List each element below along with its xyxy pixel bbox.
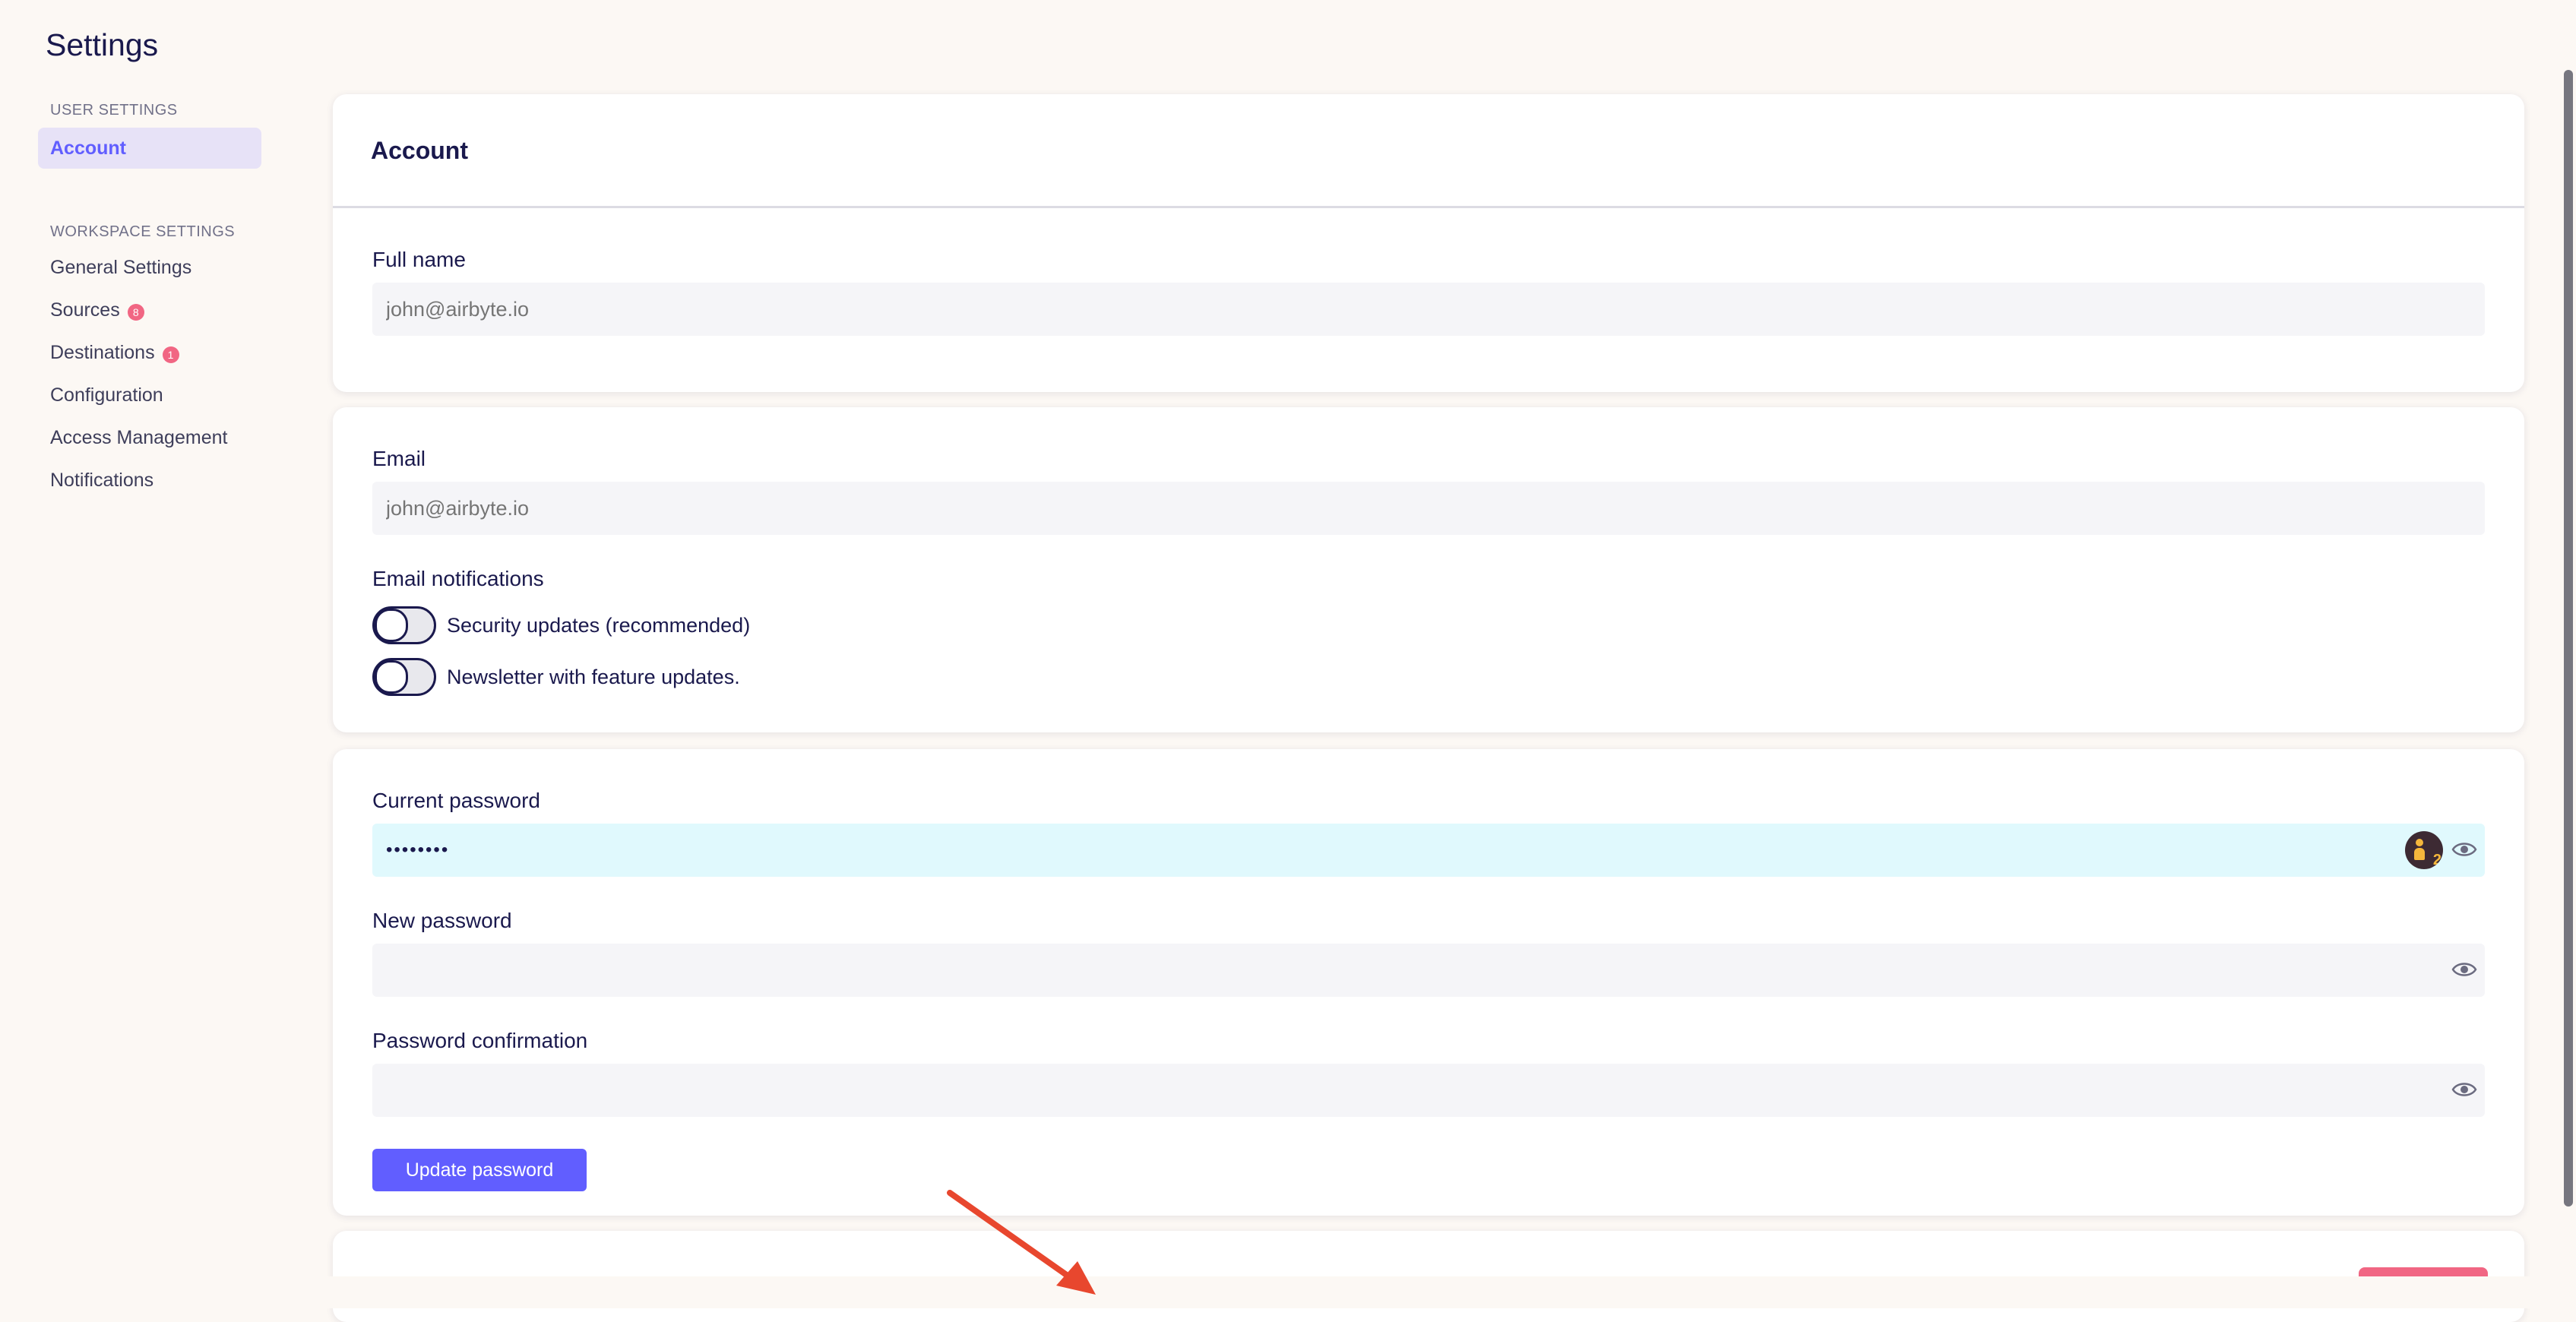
avatar-head: [2416, 839, 2423, 846]
sidebar-item-destinations[interactable]: Destinations 1: [50, 342, 179, 364]
eye-icon[interactable]: [2451, 840, 2477, 859]
password-manager-avatar-icon[interactable]: 2: [2405, 831, 2443, 869]
account-card: [333, 94, 2524, 392]
account-card-header: [333, 94, 2524, 208]
sidebar-item-configuration[interactable]: Configuration: [50, 384, 163, 406]
security-updates-toggle[interactable]: [372, 606, 436, 644]
sidebar-item-label: General Settings: [50, 257, 192, 278]
sidebar-item-label: Destinations: [50, 342, 155, 363]
avatar-body: [2414, 848, 2425, 860]
page-title: Settings: [46, 27, 159, 62]
sidebar-heading-workspace-settings: WORKSPACE SETTINGS: [50, 223, 236, 240]
sidebar-item-notifications[interactable]: Notifications: [50, 470, 153, 492]
sidebar-item-label: Access Management: [50, 427, 228, 448]
sidebar-item-account[interactable]: Account: [38, 128, 261, 169]
sidebar-item-access-management[interactable]: Access Management: [50, 427, 227, 449]
sidebar-item-label: Configuration: [50, 384, 163, 406]
password-manager-count: 2: [2432, 852, 2442, 868]
destinations-count-badge: 1: [162, 346, 179, 363]
current-password-input[interactable]: ••••••••: [372, 824, 2485, 877]
password-confirmation-label: Password confirmation: [372, 1029, 588, 1052]
annotation-arrow-icon: [947, 1190, 1096, 1295]
new-password-label: New password: [372, 909, 512, 932]
email-input[interactable]: [372, 482, 2485, 535]
new-password-input[interactable]: [372, 944, 2485, 997]
account-title: Account: [371, 137, 468, 164]
scrollbar[interactable]: [2561, 0, 2576, 1276]
toggle-knob: [375, 609, 408, 642]
full-name-label: Full name: [372, 248, 466, 271]
eye-icon[interactable]: [2451, 960, 2477, 979]
sidebar-item-general-settings[interactable]: General Settings: [50, 257, 191, 279]
eye-icon[interactable]: [2451, 1080, 2477, 1099]
newsletter-label: Newsletter with feature updates.: [447, 666, 740, 688]
sidebar-heading-user-settings: USER SETTINGS: [50, 102, 178, 119]
update-password-button[interactable]: Update password: [372, 1149, 587, 1191]
page-bottom-edge: [0, 1276, 2576, 1308]
sources-count-badge: 8: [127, 303, 144, 321]
sidebar-item-sources[interactable]: Sources 8: [50, 299, 144, 321]
password-confirmation-input[interactable]: [372, 1064, 2485, 1117]
toggle-knob: [375, 660, 408, 694]
newsletter-toggle[interactable]: [372, 658, 436, 696]
sidebar-item-label: Notifications: [50, 470, 154, 491]
current-password-label: Current password: [372, 789, 540, 812]
scrollbar-thumb[interactable]: [2564, 70, 2573, 1207]
current-password-value: ••••••••: [386, 840, 450, 860]
full-name-input[interactable]: [372, 283, 2485, 336]
email-notifications-label: Email notifications: [372, 567, 544, 590]
email-label: Email: [372, 447, 426, 470]
sidebar-item-label: Sources: [50, 299, 120, 321]
security-updates-label: Security updates (recommended): [447, 614, 751, 637]
sidebar-item-label: Account: [50, 137, 126, 159]
